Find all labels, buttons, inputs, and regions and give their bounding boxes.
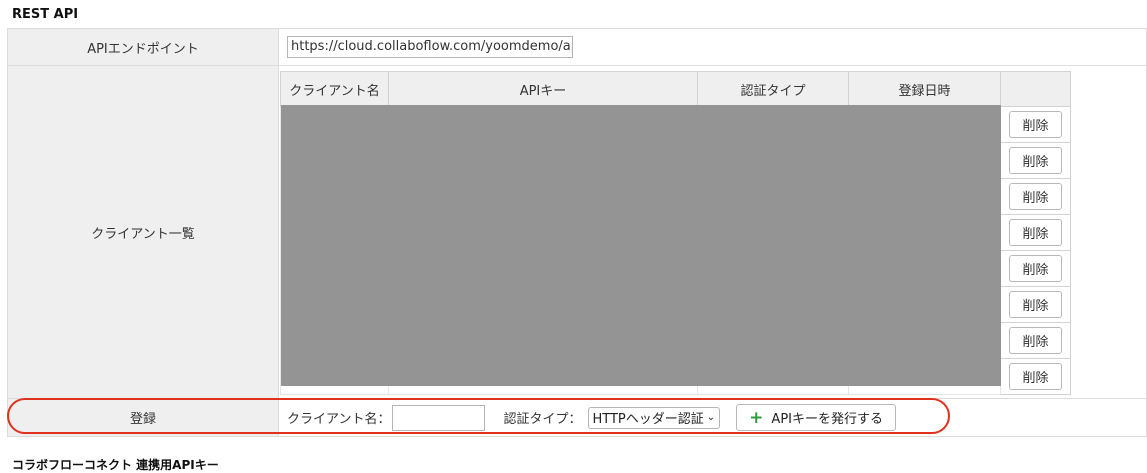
plus-icon: + — [749, 407, 764, 428]
client-list-container: クライアント名 APIキー 認証タイプ 登録日時 削除 削除 削除 削除 削除 — [279, 66, 1146, 398]
column-header-registered-at: 登録日時 — [848, 71, 1001, 107]
bottom-section-title: コラボフローコネクト 連携用APIキー — [12, 458, 219, 472]
delete-button[interactable]: 削除 — [1009, 255, 1062, 282]
endpoint-label: APIエンドポイント — [7, 28, 279, 66]
rest-api-settings-table: APIエンドポイント https://cloud.collaboflow.com… — [7, 28, 1147, 437]
delete-button[interactable]: 削除 — [1009, 219, 1062, 246]
register-label: 登録 — [7, 398, 279, 437]
section-title: REST API — [12, 7, 79, 22]
delete-button[interactable]: 削除 — [1009, 363, 1062, 390]
issue-api-key-label: APIキーを発行する — [771, 412, 883, 427]
client-list-label: クライアント一覧 — [7, 65, 279, 399]
delete-button[interactable]: 削除 — [1009, 111, 1062, 138]
register-form: クライアント名： 認証タイプ： HTTPヘッダー認証 ⌄ + APIキーを発行す… — [287, 399, 1146, 436]
delete-button[interactable]: 削除 — [1009, 291, 1062, 318]
auth-type-selected-value: HTTPヘッダー認証 — [592, 412, 704, 427]
endpoint-field[interactable]: https://cloud.collaboflow.com/yoomdemo/a… — [287, 36, 573, 58]
chevron-down-icon: ⌄ — [706, 412, 716, 423]
redacted-client-data — [281, 105, 1001, 386]
column-header-api-key: APIキー — [388, 71, 698, 107]
client-name-label: クライアント名： — [287, 412, 391, 427]
issue-api-key-button[interactable]: + APIキーを発行する — [736, 404, 896, 431]
column-header-client-name: クライアント名 — [280, 71, 389, 107]
client-name-input[interactable] — [392, 404, 486, 431]
column-header-auth-type: 認証タイプ — [697, 71, 849, 107]
auth-type-select[interactable]: HTTPヘッダー認証 ⌄ — [587, 406, 721, 429]
delete-button[interactable]: 削除 — [1009, 183, 1062, 210]
delete-button[interactable]: 削除 — [1009, 327, 1062, 354]
delete-button[interactable]: 削除 — [1009, 147, 1062, 174]
column-header-actions — [1000, 71, 1071, 107]
auth-type-label: 認証タイプ： — [503, 412, 582, 427]
